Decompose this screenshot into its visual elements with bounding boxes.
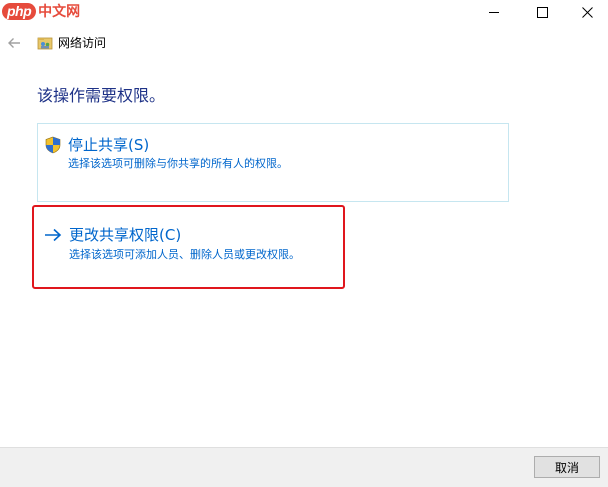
stop-sharing-description: 选择该选项可删除与你共享的所有人的权限。	[68, 157, 288, 170]
minimize-icon	[489, 11, 499, 13]
watermark-php: php	[2, 2, 37, 20]
footer-bar	[0, 447, 608, 487]
close-icon	[581, 6, 593, 18]
minimize-button[interactable]	[471, 0, 517, 24]
maximize-button[interactable]	[519, 0, 565, 24]
watermark-logo: php 中文网	[2, 1, 80, 21]
change-permissions-title[interactable]: 更改共享权限(C)	[69, 225, 181, 245]
window-title: 网络访问	[58, 36, 107, 50]
cancel-button[interactable]: 取消	[534, 456, 600, 478]
page-heading: 该操作需要权限。	[37, 86, 166, 105]
change-permissions-option[interactable]: 更改共享权限(C) 选择该选项可添加人员、删除人员或更改权限。	[37, 218, 509, 278]
watermark-text: 中文网	[38, 4, 81, 20]
change-permissions-description: 选择该选项可添加人员、删除人员或更改权限。	[69, 248, 300, 261]
maximize-icon	[536, 6, 548, 18]
back-arrow-icon[interactable]	[5, 34, 23, 52]
uac-shield-icon	[45, 136, 61, 154]
stop-sharing-title[interactable]: 停止共享(S)	[68, 135, 149, 155]
network-folder-icon	[37, 37, 53, 50]
close-button[interactable]	[564, 0, 608, 24]
stop-sharing-option[interactable]: 停止共享(S) 选择该选项可删除与你共享的所有人的权限。	[37, 123, 509, 202]
arrow-right-icon	[45, 228, 62, 242]
